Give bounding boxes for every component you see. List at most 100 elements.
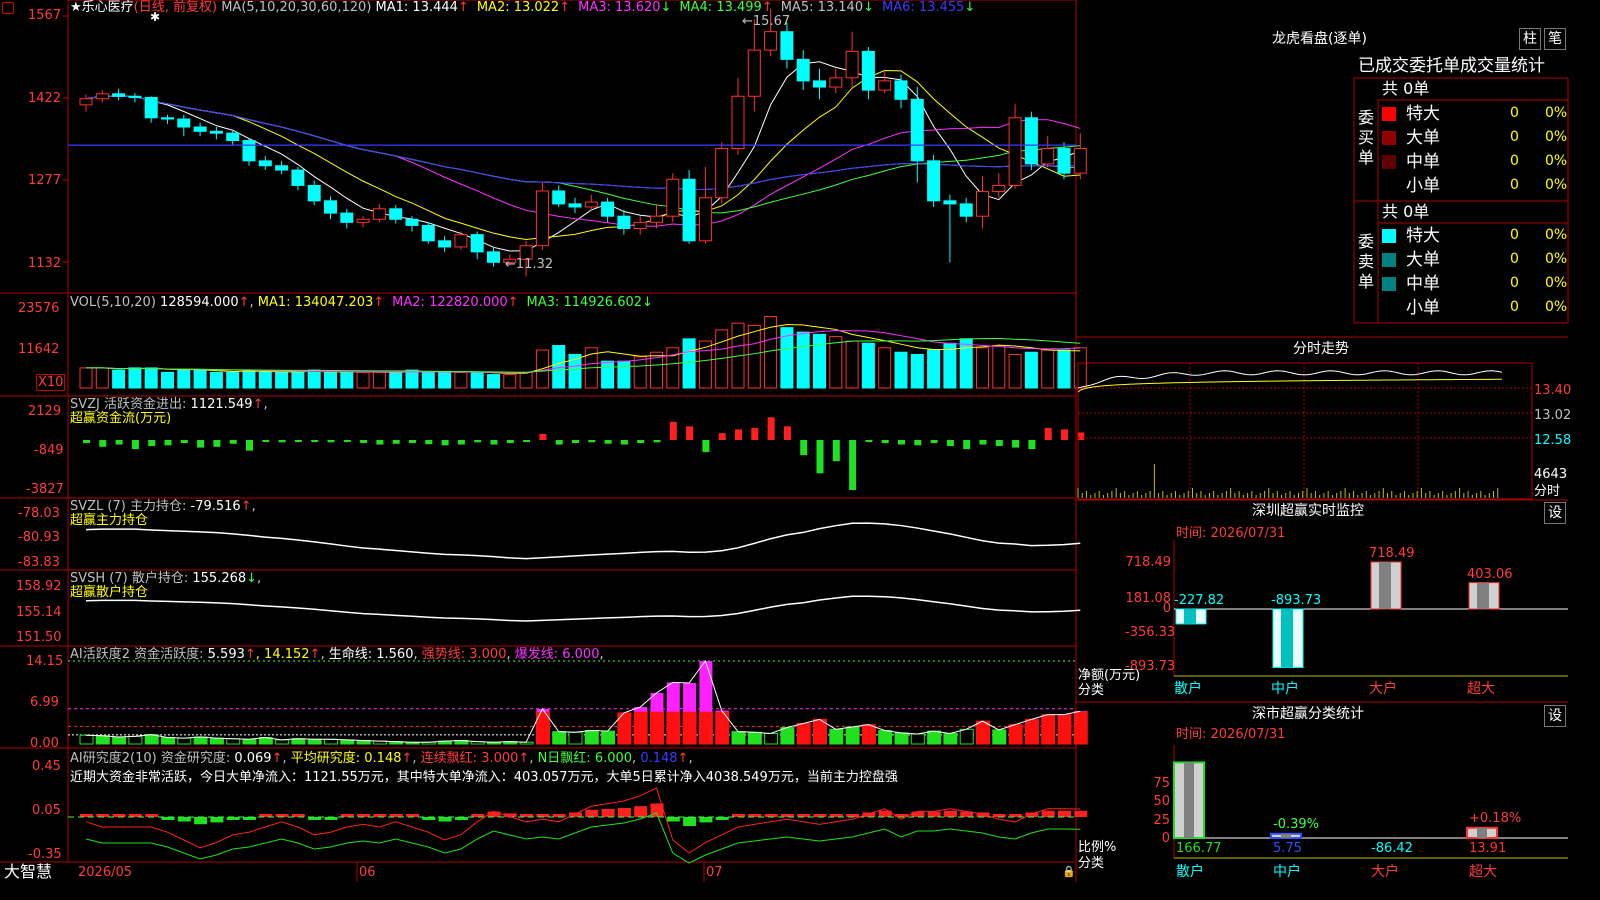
svzj-bar-47	[832, 440, 840, 462]
candle-body-50	[878, 80, 892, 91]
svzj-bar-34	[620, 440, 628, 445]
ai-active-bar-35	[633, 711, 648, 745]
buy-row-count-4: 0	[1510, 177, 1519, 193]
volume-bar-48	[845, 340, 859, 389]
period-label[interactable]: (日线, 前复权)	[134, 0, 217, 15]
svzj-axis-top: 2129	[28, 404, 62, 419]
volume-bar-8	[193, 369, 207, 389]
ai-active-bar-45	[796, 722, 811, 745]
volume-bar-17	[340, 371, 354, 389]
svzj-bar-16	[327, 440, 335, 443]
volume-bar-25	[470, 371, 484, 389]
svzj-bar-41	[735, 429, 742, 440]
sz-monitor-settings-button[interactable]: 设	[1544, 502, 1566, 524]
volume-bar-1	[79, 367, 93, 389]
volume-bar-18	[356, 371, 370, 389]
volume-bar-15	[307, 369, 321, 389]
sell-row-count-1: 0	[1510, 227, 1519, 243]
svzl-axis-top: -78.03	[18, 506, 60, 521]
svzj-bar-44	[783, 426, 791, 440]
sz-class-axis-4: 0	[1161, 831, 1170, 846]
bar-mode-button[interactable]: 柱	[1519, 28, 1541, 50]
ma-value-6: MA6: 13.455↓	[882, 0, 976, 15]
candle-body-15	[307, 184, 321, 202]
ai-active-bar-43	[764, 732, 779, 745]
candle-body-45	[796, 58, 810, 82]
candle-body-48	[845, 50, 859, 79]
sz-class-value-1: 166.77	[1176, 841, 1222, 856]
candle-body-12	[258, 160, 272, 167]
research-bar-7	[177, 817, 191, 822]
ai-active-bar-41	[731, 731, 746, 745]
lock-icon[interactable]: 🔒	[1062, 864, 1076, 879]
sell-total: 共 0单	[1382, 202, 1430, 221]
high-price-label: ←15.67	[742, 14, 791, 29]
svzj-bar-30	[555, 440, 563, 445]
ai-active-bar-33	[601, 730, 616, 745]
sz-monitor-bar-core-1	[1184, 609, 1196, 624]
volume-bar-24	[454, 371, 468, 389]
svzj-bar-53	[930, 440, 938, 444]
svzj-bar-32	[588, 440, 596, 443]
svzj-axis-mid: -849	[34, 443, 64, 458]
volume-bar-4	[128, 367, 142, 389]
ai-active-bar-4	[128, 735, 143, 745]
vol-ma-value-1: MA1: 134047.203↑	[257, 295, 385, 310]
candle-body-17	[340, 212, 354, 223]
candle-body-62	[1073, 148, 1087, 174]
stock-name[interactable]: ★乐心医疗	[70, 0, 134, 15]
ai-active-bar-49	[861, 724, 876, 745]
candle-body-33	[601, 201, 615, 217]
ma-line-5	[85, 61, 1081, 252]
buy-row-name-1: 特大	[1406, 104, 1440, 124]
svzj-bar-9	[213, 440, 221, 447]
volume-bar-57	[992, 345, 1006, 389]
volume-bar-19	[372, 371, 386, 389]
sz-class-axis-1: 75	[1153, 776, 1170, 791]
sz-monitor-bar-core-3	[1379, 562, 1391, 609]
sz-class-settings-button[interactable]: 设	[1544, 705, 1566, 727]
research-bar-38	[683, 817, 697, 826]
candle-body-4	[128, 95, 142, 98]
svzj-bar-25	[474, 440, 482, 443]
svzl-value: -79.516	[190, 499, 241, 514]
ma-line-10	[85, 70, 1081, 241]
candle-body-40	[715, 148, 729, 199]
tick-mode-button[interactable]: 笔	[1544, 28, 1566, 50]
svzj-bar-52	[914, 440, 922, 446]
sz-class-bar-core-2	[1281, 833, 1291, 838]
svzl-sub-label: 超赢主力持仓	[70, 513, 149, 528]
svzj-bar-14	[294, 440, 302, 442]
svzj-bar-38	[686, 426, 694, 440]
sz-class-title: 深市超赢分类统计	[1252, 706, 1364, 722]
candle-body-58	[1008, 117, 1022, 186]
sz-monitor-axis-3: 0	[1162, 601, 1171, 616]
ai-research-axis-mid: 0.05	[32, 803, 61, 818]
svzj-bar-35	[637, 440, 645, 444]
svzj-bar-50	[881, 440, 889, 444]
candle-body-16	[324, 200, 337, 214]
buy-row-pct-1: 0%	[1545, 105, 1568, 121]
sell-row-count-4: 0	[1510, 299, 1519, 315]
ai-research-value: 0.069	[234, 751, 272, 766]
ai-active-bar-8	[193, 736, 208, 745]
candle-body-30	[552, 190, 566, 205]
sz-monitor-value-4: 403.06	[1467, 566, 1513, 582]
volume-ma-values: MA1: 134047.203↑ MA2: 122820.000↑ MA3: 114…	[258, 295, 661, 310]
svsh-value: 155.268	[192, 571, 247, 586]
buy-swatch-3	[1382, 155, 1396, 169]
volume-bar-13	[275, 371, 289, 389]
svzl-axis-mid: -80.93	[18, 530, 60, 545]
svzj-bar-37	[669, 421, 677, 440]
sz-monitor-value-3: 718.49	[1369, 546, 1415, 561]
ai-research-label: AI研究度2(10) 资金研究度:	[70, 751, 231, 766]
ai-active-bar-58	[1008, 724, 1023, 745]
candle-body-38	[682, 178, 696, 242]
svsh-header: SVSH (7) 散户持仓: 155.268↓,	[70, 571, 262, 586]
ai-research-axis-bottom: -0.35	[28, 847, 62, 862]
volume-bar-42	[747, 324, 761, 389]
panel-toggle-icon[interactable]	[2, 2, 14, 14]
candle-body-7	[177, 118, 191, 128]
sell-swatch-3	[1382, 277, 1396, 291]
buy-row-name-4: 小单	[1406, 176, 1440, 196]
